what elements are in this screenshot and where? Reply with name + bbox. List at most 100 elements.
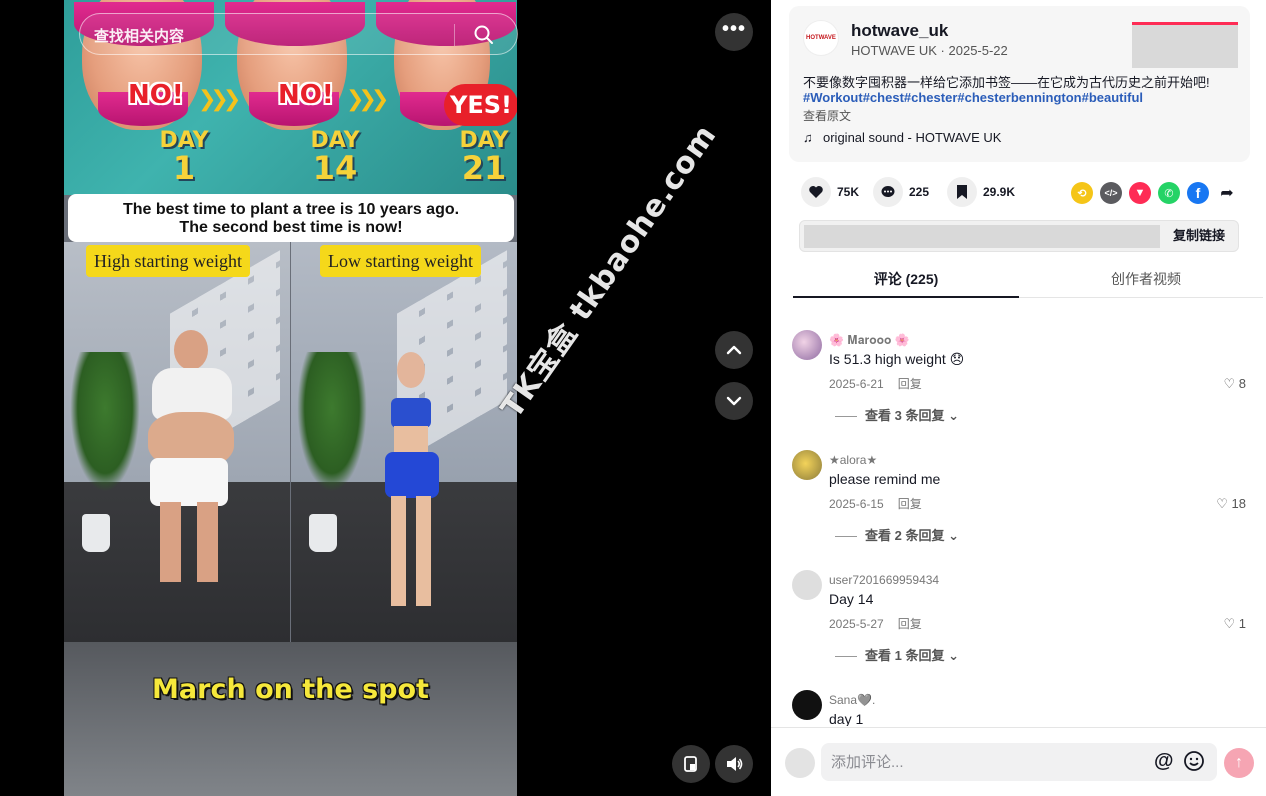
save-button[interactable]: 29.9K: [947, 176, 1015, 208]
video-stage: NO! ❯❯❯ NO! ❯❯❯ YES! DAY 1 DAY 14 DAY 21 Th…: [0, 0, 771, 796]
view-replies-button[interactable]: 查看 3 条回复 ⌄: [835, 405, 959, 424]
chevron-down-icon: ⌄: [948, 528, 959, 543]
whatsapp-icon[interactable]: ✆: [1158, 182, 1180, 204]
side-panel: HOTWAVE hotwave_uk HOTWAVE UK · 2025-5-2…: [771, 0, 1266, 796]
comment-like-count: 18: [1231, 496, 1246, 511]
view-replies-label: 查看 1 条回复: [865, 648, 945, 663]
quote-line: The best time to plant a tree is 10 year…: [122, 201, 460, 218]
video-caption: March on the spot: [152, 674, 429, 705]
picture-in-picture-button[interactable]: [672, 745, 710, 783]
chevron-up-icon: [726, 345, 742, 355]
commenter-avatar[interactable]: [792, 570, 822, 600]
comment-button[interactable]: 225: [873, 176, 929, 208]
next-video-button[interactable]: [715, 382, 753, 420]
mention-button[interactable]: @: [1154, 750, 1174, 773]
link-url-redacted: [804, 225, 1160, 248]
comment-text: day 1: [829, 711, 864, 726]
commenter-name[interactable]: Sana🩶.: [829, 693, 875, 707]
split-right-scene: Low starting weight: [291, 242, 517, 642]
comment-meta: 2025-6-21 回复: [829, 375, 922, 392]
author-name[interactable]: hotwave_uk: [851, 21, 948, 41]
commenter-name[interactable]: 🌸 𝐌𝐚𝐫𝐨𝐨𝐨 🌸: [829, 333, 910, 348]
author-logo-text: HOTWAVE: [806, 35, 836, 41]
send-comment-button[interactable]: ↑: [1224, 748, 1254, 778]
comment-icon: [873, 177, 903, 207]
emoji-icon[interactable]: [1183, 750, 1205, 772]
reply-button[interactable]: 回复: [898, 617, 922, 631]
comment-text: Is 51.3 high weight 😞: [829, 351, 965, 367]
more-options-button[interactable]: •••: [715, 13, 753, 51]
quote-box: The best time to plant a tree is 10 year…: [68, 194, 514, 242]
comment-date: 2025-6-21: [829, 377, 884, 391]
copy-link-box: 复制链接: [799, 220, 1239, 252]
reply-button[interactable]: 回复: [898, 377, 922, 391]
heart-outline-icon: ♡: [1223, 616, 1236, 631]
view-replies-button[interactable]: 查看 2 条回复 ⌄: [835, 525, 959, 544]
music-link[interactable]: ♫ original sound - HOTWAVE UK: [803, 130, 1001, 145]
video-search-bar[interactable]: 查找相关内容: [79, 13, 518, 55]
follow-button-redacted[interactable]: [1132, 22, 1238, 68]
comment-like-count: 1: [1238, 616, 1246, 631]
user-avatar: [785, 748, 815, 778]
post-hashtags[interactable]: #Workout#chest#chester#chesterbennington…: [803, 90, 1233, 105]
like-button[interactable]: 75K: [801, 176, 859, 208]
day-label: DAY 14: [310, 128, 360, 187]
chevron-down-icon: [726, 396, 742, 406]
comment-count: 225: [909, 185, 930, 199]
plant-decoration: [297, 352, 367, 492]
comment-list: 🌸 𝐌𝐚𝐫𝐨𝐨𝐨 🌸 Is 51.3 high weight 😞 2025-6-…: [771, 300, 1266, 726]
tab-creator-videos[interactable]: 创作者视频: [1033, 260, 1259, 298]
search-icon[interactable]: [473, 24, 495, 46]
comment-like-button[interactable]: ♡ 1: [1223, 616, 1246, 632]
verdict-yes-badge: YES!: [444, 84, 517, 126]
commenter-name[interactable]: user7201669959434: [829, 573, 939, 587]
view-replies-button[interactable]: 查看 1 条回复 ⌄: [835, 645, 959, 664]
split-left-scene: High starting weight: [64, 242, 290, 642]
comment-date: 2025-6-15: [829, 497, 884, 511]
floor-area: [64, 642, 517, 796]
comment-text: Day 14: [829, 591, 874, 607]
volume-button[interactable]: [715, 745, 753, 783]
comment-text: please remind me: [829, 471, 941, 487]
speaker-icon: [727, 757, 743, 771]
quote-line: The second best time is now!: [179, 219, 403, 236]
like-count: 75K: [837, 185, 860, 199]
embed-icon[interactable]: </>: [1100, 182, 1122, 204]
copy-link-button[interactable]: 复制链接: [1160, 221, 1238, 251]
repost-icon[interactable]: ⟲: [1071, 182, 1093, 204]
person-figure: [375, 352, 445, 622]
comment-input-bar: @ ↑: [771, 727, 1266, 796]
arrows-icon: ❯❯❯: [346, 86, 389, 111]
arrow-up-icon: ↑: [1235, 754, 1243, 771]
reply-button[interactable]: 回复: [898, 497, 922, 511]
music-title[interactable]: original sound - HOTWAVE UK: [823, 130, 1001, 145]
day-label: DAY 1: [159, 128, 209, 187]
comment-like-count: 8: [1238, 376, 1246, 391]
chevron-down-icon: ⌄: [948, 648, 959, 663]
pip-icon: [684, 756, 697, 772]
weight-tag: Low starting weight: [320, 245, 481, 277]
post-description: 不要像数字囤积器一样给它添加书签——在它成为古代历史之前开始吧!: [803, 75, 1210, 90]
chevron-down-icon: ⌄: [948, 408, 959, 423]
commenter-avatar[interactable]: [792, 450, 822, 480]
commenter-name[interactable]: ★alora★: [829, 453, 877, 467]
video-player[interactable]: NO! ❯❯❯ NO! ❯❯❯ YES! DAY 1 DAY 14 DAY 21 Th…: [64, 0, 517, 796]
commenter-avatar[interactable]: [792, 690, 822, 720]
send-icon[interactable]: ▼: [1129, 182, 1151, 204]
arrows-icon: ❯❯❯: [198, 86, 241, 111]
bookmark-icon: [947, 177, 977, 207]
facebook-icon[interactable]: f: [1187, 182, 1209, 204]
comment-like-button[interactable]: ♡ 18: [1216, 496, 1246, 512]
share-arrow-icon[interactable]: ➦: [1216, 182, 1238, 204]
verdict-label: NO!: [128, 80, 184, 110]
search-placeholder[interactable]: 查找相关内容: [94, 25, 184, 46]
tab-comments[interactable]: 评论 (225): [793, 260, 1019, 298]
panel-tabs: 评论 (225) 创作者视频: [793, 260, 1263, 298]
comment-like-button[interactable]: ♡ 8: [1223, 376, 1246, 392]
see-original-link[interactable]: 查看原文: [803, 107, 851, 124]
heart-outline-icon: ♡: [1216, 496, 1228, 511]
view-replies-label: 查看 3 条回复: [865, 408, 945, 423]
commenter-avatar[interactable]: [792, 330, 822, 360]
previous-video-button[interactable]: [715, 331, 753, 369]
author-avatar[interactable]: HOTWAVE: [803, 20, 839, 56]
